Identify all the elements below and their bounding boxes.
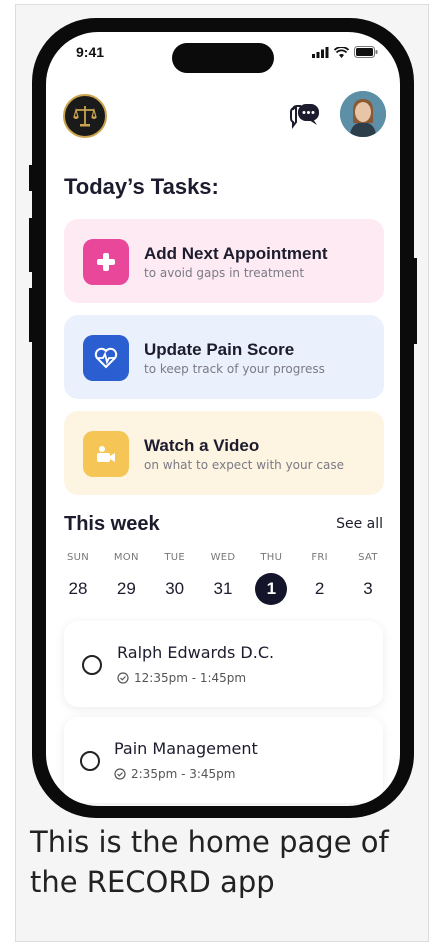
day-date: 2 — [314, 579, 325, 598]
day-tue[interactable]: TUE 30 — [153, 552, 197, 605]
battery-icon — [354, 46, 378, 58]
appointment-time-text: 12:35pm - 1:45pm — [134, 671, 247, 685]
day-name: MON — [113, 552, 139, 563]
appointment-name: Ralph Edwards D.C. — [117, 643, 275, 662]
status-time: 9:41 — [76, 44, 105, 60]
appointment-name: Pain Management — [114, 739, 258, 758]
day-name: SAT — [358, 552, 378, 563]
day-name: THU — [260, 552, 283, 563]
dynamic-island — [172, 43, 274, 73]
day-fri[interactable]: FRI 2 — [298, 552, 342, 605]
signal-icon — [312, 46, 329, 58]
task-add-appointment[interactable]: Add Next Appointment to avoid gaps in tr… — [64, 219, 384, 303]
task-watch-video[interactable]: Watch a Video on what to expect with you… — [64, 411, 384, 495]
clock-icon — [114, 768, 126, 780]
day-name: SUN — [66, 552, 90, 563]
day-date: 1 — [255, 573, 288, 605]
task-title: Add Next Appointment — [144, 244, 328, 263]
status-icons — [312, 46, 378, 58]
appointment-time-text: 2:35pm - 3:45pm — [131, 767, 236, 781]
day-sun[interactable]: SUN 28 — [56, 552, 100, 605]
caption-text: This is the home page of the RECORD app — [30, 825, 389, 899]
clock-icon — [117, 672, 129, 684]
task-title: Update Pain Score — [144, 340, 295, 359]
appointment-time: 12:35pm - 1:45pm — [117, 671, 246, 685]
day-sat[interactable]: SAT 3 — [346, 552, 390, 605]
task-title: Watch a Video — [144, 436, 260, 455]
phone-screen: 9:41 Today’s Tasks: Add Next Appointment… — [46, 32, 400, 806]
user-avatar[interactable] — [340, 91, 386, 137]
appointment-checkbox[interactable] — [80, 751, 100, 771]
task-subtitle: to keep track of your progress — [144, 362, 325, 376]
see-all-link[interactable]: See all — [336, 516, 383, 532]
task-update-pain-score[interactable]: Update Pain Score to keep track of your … — [64, 315, 384, 399]
day-name: TUE — [164, 552, 185, 563]
wifi-icon — [334, 46, 349, 58]
day-date: 29 — [116, 579, 136, 598]
day-name: WED — [210, 552, 236, 563]
chat-bubbles-icon[interactable] — [289, 102, 321, 130]
appointment-card[interactable]: Ralph Edwards D.C. 12:35pm - 1:45pm — [64, 621, 383, 707]
day-thu-selected[interactable]: THU 1 — [249, 552, 293, 605]
day-date: 3 — [363, 579, 373, 598]
video-camera-icon — [83, 431, 129, 477]
appointment-card[interactable]: Pain Management 2:35pm - 3:45pm — [64, 717, 383, 803]
day-date: 31 — [213, 579, 233, 598]
day-date: 28 — [68, 579, 88, 598]
page-title: Today’s Tasks: — [64, 174, 219, 199]
task-subtitle: to avoid gaps in treatment — [144, 266, 305, 280]
task-subtitle: on what to expect with your case — [144, 458, 344, 472]
plus-icon — [83, 239, 129, 285]
day-wed[interactable]: WED 31 — [201, 552, 245, 605]
heartbeat-icon — [83, 335, 129, 381]
appointment-checkbox[interactable] — [82, 655, 102, 675]
day-name: FRI — [311, 552, 328, 563]
appointment-time: 2:35pm - 3:45pm — [114, 767, 235, 781]
week-title: This week — [64, 513, 160, 535]
scales-of-justice-icon[interactable] — [63, 94, 107, 138]
day-date: 30 — [165, 579, 185, 598]
day-mon[interactable]: MON 29 — [104, 552, 148, 605]
week-calendar: SUN 28 MON 29 TUE 30 WED 31 THU 1 FRI 2 … — [56, 552, 390, 605]
